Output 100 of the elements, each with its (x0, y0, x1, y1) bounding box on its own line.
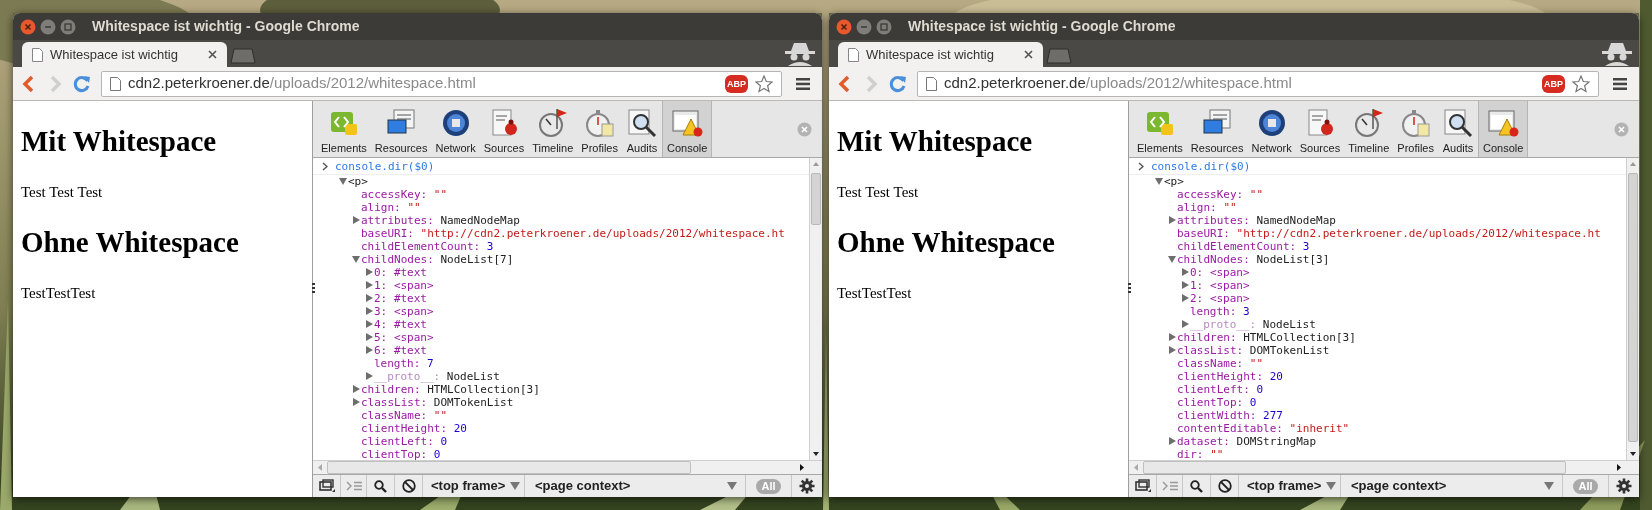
horizontal-scrollbar[interactable] (1129, 460, 1639, 474)
disclosure-triangle-icon[interactable] (365, 372, 373, 381)
disclosure-triangle-icon[interactable] (1181, 294, 1189, 303)
new-tab-button[interactable] (230, 48, 256, 64)
disclosure-triangle-icon[interactable] (1181, 268, 1189, 277)
devtools-tab[interactable]: Console (1478, 101, 1529, 157)
disclosure-triangle-icon[interactable] (1168, 333, 1176, 342)
disclosure-triangle-icon[interactable] (1181, 281, 1189, 290)
stopwatch-icon (583, 107, 616, 139)
scrollbar-thumb[interactable] (1628, 173, 1638, 442)
devtools-tab[interactable]: Timeline (528, 101, 578, 157)
disclosure-triangle-icon[interactable] (365, 294, 373, 303)
devtools-tab[interactable]: Network (431, 101, 480, 157)
vertical-scrollbar[interactable] (809, 158, 822, 460)
disclosure-triangle-icon[interactable] (352, 385, 360, 394)
disclosure-triangle-icon[interactable] (339, 177, 347, 186)
close-icon[interactable] (1024, 50, 1033, 59)
disclosure-triangle-icon[interactable] (1168, 255, 1176, 264)
maximize-button[interactable] (60, 18, 76, 35)
scrollbar-thumb[interactable] (327, 461, 691, 474)
clear-console-icon[interactable] (401, 479, 416, 493)
adblock-badge[interactable]: ABP (725, 74, 748, 93)
devtools-tab[interactable]: Profiles (577, 101, 622, 157)
console-property: classList: DOMTokenList (1177, 344, 1330, 357)
devtools-tab[interactable]: Network (1247, 101, 1296, 157)
disclosure-triangle-icon[interactable] (352, 216, 360, 225)
devtools-tab[interactable]: Sources (1295, 101, 1345, 157)
disclosure-triangle-icon[interactable] (352, 255, 360, 264)
close-button[interactable] (20, 18, 36, 35)
console-property: 5: <span> (374, 331, 434, 344)
frame-select[interactable]: <top frame> (423, 475, 525, 497)
disclosure-triangle-icon[interactable] (365, 346, 373, 355)
devtools-tab[interactable]: Console (662, 101, 713, 157)
adblock-badge[interactable]: ABP (1542, 74, 1565, 93)
page-paragraph: TestTestTest (21, 284, 97, 303)
minimize-button[interactable] (856, 18, 872, 35)
new-tab-button[interactable] (1046, 48, 1072, 64)
disclosure-triangle-icon[interactable] (1168, 216, 1176, 225)
context-select[interactable]: <page context> (525, 475, 746, 497)
browser-tab[interactable]: Whitespace ist wichtig (22, 42, 227, 67)
devtools-tab[interactable]: Profiles (1393, 101, 1438, 157)
browser-tab[interactable]: Whitespace ist wichtig (838, 42, 1043, 67)
horizontal-scrollbar[interactable] (313, 460, 822, 474)
devtools-tab[interactable]: Audits (1438, 101, 1478, 157)
magnifier-icon (1442, 107, 1474, 139)
page-paragraph: Test Test Test (21, 183, 104, 202)
maximize-button[interactable] (876, 18, 892, 35)
disclosure-triangle-icon[interactable] (1155, 177, 1163, 186)
console-property: clientHeight: 20 (1177, 370, 1283, 383)
menu-icon[interactable] (1613, 77, 1627, 90)
minimize-button[interactable] (40, 18, 56, 35)
devtools-tab[interactable]: Sources (479, 101, 529, 157)
resize-handle[interactable] (312, 283, 315, 293)
close-button[interactable] (836, 18, 852, 35)
disclosure-triangle-icon[interactable] (1168, 346, 1176, 355)
star-icon[interactable] (755, 74, 773, 93)
menu-icon[interactable] (796, 77, 810, 90)
star-icon[interactable] (1572, 74, 1590, 93)
page-heading: Ohne Whitespace (837, 225, 1056, 259)
dock-icon[interactable] (318, 479, 335, 493)
disclosure-triangle-icon[interactable] (365, 281, 373, 290)
console-property: childElementCount: 3 (361, 240, 494, 253)
console-property: attributes: NamedNodeMap (361, 214, 520, 227)
settings-icon[interactable] (799, 478, 815, 494)
console-property: 0: #text (374, 266, 427, 279)
scrollbar-thumb[interactable] (1143, 461, 1566, 474)
disclosure-triangle-icon[interactable] (352, 398, 360, 407)
devtools-tab[interactable]: Resources (370, 101, 432, 157)
disclosure-triangle-icon[interactable] (1168, 437, 1176, 446)
disclosure-triangle-icon[interactable] (365, 333, 373, 342)
dock-icon[interactable] (1134, 479, 1151, 493)
vertical-scrollbar[interactable] (1626, 158, 1639, 460)
scrollbar-thumb[interactable] (811, 173, 821, 225)
devtools-tab[interactable]: Resources (1186, 101, 1248, 157)
page-icon (32, 47, 43, 62)
console-property: <p> (1164, 175, 1184, 188)
devtools-tab[interactable]: Elements (1133, 101, 1187, 157)
reload-button[interactable] (73, 74, 91, 93)
console-warning-icon (671, 107, 704, 139)
resize-handle[interactable] (1128, 283, 1131, 293)
context-select[interactable]: <page context> (1341, 475, 1563, 497)
clear-console-icon[interactable] (1217, 479, 1232, 493)
devtools-tab[interactable]: Elements (317, 101, 371, 157)
disclosure-triangle-icon[interactable] (1181, 320, 1189, 329)
settings-icon[interactable] (1616, 478, 1632, 494)
address-bar[interactable]: cdn2.peterkroener.de/uploads/2012/whitespace.html ABP (917, 70, 1599, 97)
reload-button[interactable] (889, 74, 907, 93)
window-title: Whitespace ist wichtig - Google Chrome (908, 17, 1176, 36)
search-icon[interactable] (374, 479, 387, 493)
console-property: className: "" (361, 409, 448, 422)
magnifier-icon (626, 107, 658, 139)
close-icon[interactable] (208, 50, 217, 59)
search-icon[interactable] (1190, 479, 1203, 493)
devtools-tab[interactable]: Audits (622, 101, 662, 157)
disclosure-triangle-icon[interactable] (365, 268, 373, 277)
disclosure-triangle-icon[interactable] (365, 307, 373, 316)
address-bar[interactable]: cdn2.peterkroener.de/uploads/2012/whitespace.html ABP (101, 70, 782, 97)
devtools-tab[interactable]: Timeline (1344, 101, 1394, 157)
frame-select[interactable]: <top frame> (1239, 475, 1341, 497)
disclosure-triangle-icon[interactable] (365, 320, 373, 329)
